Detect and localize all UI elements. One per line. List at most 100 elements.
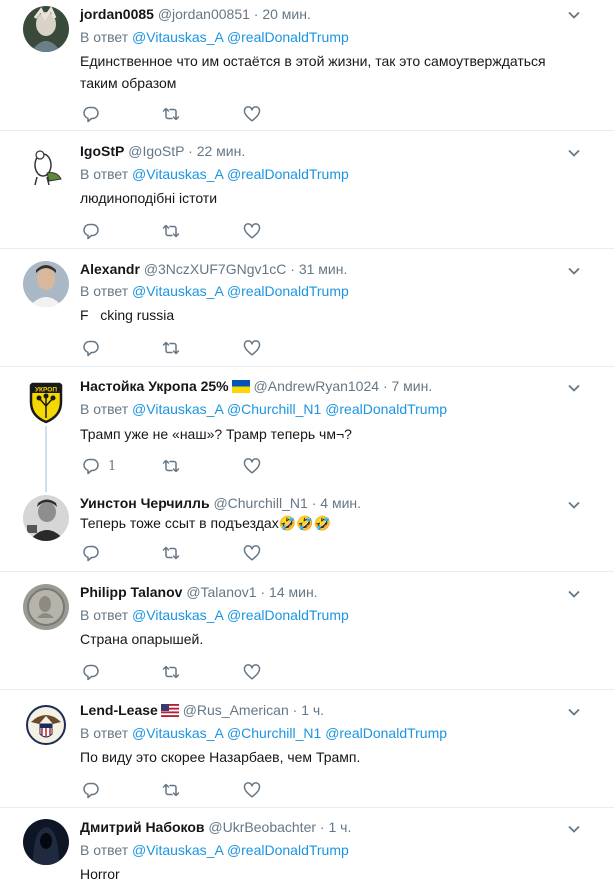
user-handle[interactable]: @jordan00851 (158, 6, 250, 22)
retweet-button[interactable] (162, 780, 180, 800)
user-name[interactable]: jordan0085 (80, 6, 154, 22)
mention-link[interactable]: @realDonaldTrump (325, 725, 447, 741)
chevron-down-icon[interactable] (566, 380, 582, 396)
mention-link[interactable]: @realDonaldTrump (227, 166, 349, 182)
avatar[interactable] (23, 584, 69, 630)
like-button[interactable] (243, 104, 261, 124)
tweet-text: людиноподібні істоти (80, 190, 218, 206)
chevron-down-icon[interactable] (566, 704, 582, 720)
avatar[interactable] (23, 261, 69, 307)
chevron-down-icon[interactable] (566, 263, 582, 279)
user-handle[interactable]: @IgoStP (128, 143, 184, 159)
reply-button[interactable] (82, 104, 108, 124)
user-handle[interactable]: @Churchill_N1 (213, 495, 307, 511)
reply-button[interactable] (82, 662, 108, 682)
like-icon (243, 106, 261, 122)
mention-link[interactable]: @realDonaldTrump (227, 29, 349, 45)
retweet-icon (162, 224, 180, 238)
tweet-header: IgoStP @IgoStP · 22 мин. (80, 141, 245, 161)
separator-dot: · (319, 819, 325, 835)
mention-link[interactable]: @realDonaldTrump (325, 401, 447, 417)
user-handle[interactable]: @3NczXUF7GNgv1cC (144, 261, 287, 277)
mention-link[interactable]: @Vitauskas_A (132, 401, 223, 417)
mention-link[interactable]: @Vitauskas_A (132, 725, 223, 741)
user-handle[interactable]: @UkrBeobachter (208, 819, 316, 835)
chevron-down-icon[interactable] (566, 145, 582, 161)
like-button[interactable] (243, 456, 261, 476)
retweet-button[interactable] (162, 104, 180, 124)
retweet-button[interactable] (162, 662, 180, 682)
timestamp[interactable]: 1 ч. (301, 702, 324, 718)
user-name[interactable]: Уинстон Черчилль (80, 495, 210, 511)
like-button[interactable] (243, 221, 261, 241)
retweet-button[interactable] (162, 543, 180, 563)
reply-button[interactable]: 1 (82, 456, 116, 476)
user-handle[interactable]: @AndrewRyan1024 (254, 378, 380, 394)
tweet-actions (80, 543, 330, 563)
reply-button[interactable] (82, 543, 108, 563)
retweet-icon (162, 341, 180, 355)
timestamp[interactable]: 20 мин. (262, 6, 311, 22)
mention-link[interactable]: @Churchill_N1 (227, 725, 321, 741)
mention-link[interactable]: @Vitauskas_A (132, 166, 223, 182)
ukraine-flag-icon (231, 380, 250, 393)
reply-prefix: В ответ (80, 725, 129, 741)
timestamp[interactable]: 4 мин. (320, 495, 361, 511)
chevron-down-icon[interactable] (566, 497, 582, 513)
reply-button[interactable] (82, 338, 108, 358)
chevron-down-icon[interactable] (566, 586, 582, 602)
like-button[interactable] (243, 662, 261, 682)
chevron-down-icon[interactable] (566, 7, 582, 23)
timestamp[interactable]: 1 ч. (328, 819, 351, 835)
like-button[interactable] (243, 543, 261, 563)
mention-link[interactable]: @realDonaldTrump (227, 607, 349, 623)
reply-prefix: В ответ (80, 166, 129, 182)
tweet-actions (80, 338, 330, 358)
avatar[interactable] (23, 6, 69, 52)
reply-context: В ответ @Vitauskas_A @realDonaldTrump (80, 281, 349, 301)
like-button[interactable] (243, 338, 261, 358)
avatar[interactable]: УКРОП (23, 378, 69, 424)
tweet-separator (0, 571, 614, 572)
chevron-down-icon[interactable] (566, 821, 582, 837)
user-name[interactable]: Alexandr (80, 261, 140, 277)
like-button[interactable] (243, 780, 261, 800)
mention-link[interactable]: @Vitauskas_A (132, 607, 223, 623)
timestamp[interactable]: 31 мин. (299, 261, 348, 277)
user-name[interactable]: Lend-Lease (80, 702, 158, 718)
mention-link[interactable]: @Vitauskas_A (132, 29, 223, 45)
reply-button[interactable] (82, 221, 108, 241)
user-name[interactable]: Дмитрий Набоков (80, 819, 205, 835)
tweet-actions (80, 104, 330, 124)
retweet-button[interactable] (162, 456, 180, 476)
retweet-icon (162, 783, 180, 797)
mention-link[interactable]: @realDonaldTrump (227, 283, 349, 299)
avatar[interactable] (23, 495, 69, 541)
user-name[interactable]: Philipp Talanov (80, 584, 182, 600)
tweet-header: Alexandr @3NczXUF7GNgv1cC · 31 мин. (80, 259, 347, 279)
avatar[interactable] (23, 819, 69, 865)
reply-context: В ответ @Vitauskas_A @realDonaldTrump (80, 605, 349, 625)
mention-link[interactable]: @Churchill_N1 (227, 401, 321, 417)
avatar[interactable] (23, 702, 69, 748)
retweet-icon (162, 546, 180, 560)
tweet-actions (80, 662, 330, 682)
retweet-button[interactable] (162, 221, 180, 241)
mention-link[interactable]: @realDonaldTrump (227, 842, 349, 858)
mention-link[interactable]: @Vitauskas_A (132, 283, 223, 299)
avatar[interactable] (23, 143, 69, 189)
reply-button[interactable] (82, 780, 108, 800)
like-icon (243, 545, 261, 561)
timestamp[interactable]: 14 мин. (269, 584, 318, 600)
mention-link[interactable]: @Vitauskas_A (132, 842, 223, 858)
user-handle[interactable]: @Rus_American (183, 702, 289, 718)
user-name[interactable]: IgoStP (80, 143, 124, 159)
tweet-header: Philipp Talanov @Talanov1 · 14 мин. (80, 582, 318, 602)
tweet-separator (0, 130, 614, 131)
timestamp[interactable]: 22 мин. (197, 143, 246, 159)
user-handle[interactable]: @Talanov1 (186, 584, 256, 600)
timestamp[interactable]: 7 мин. (392, 378, 433, 394)
retweet-button[interactable] (162, 338, 180, 358)
retweet-icon (162, 459, 180, 473)
user-name[interactable]: Настойка Укропа 25% (80, 378, 229, 394)
